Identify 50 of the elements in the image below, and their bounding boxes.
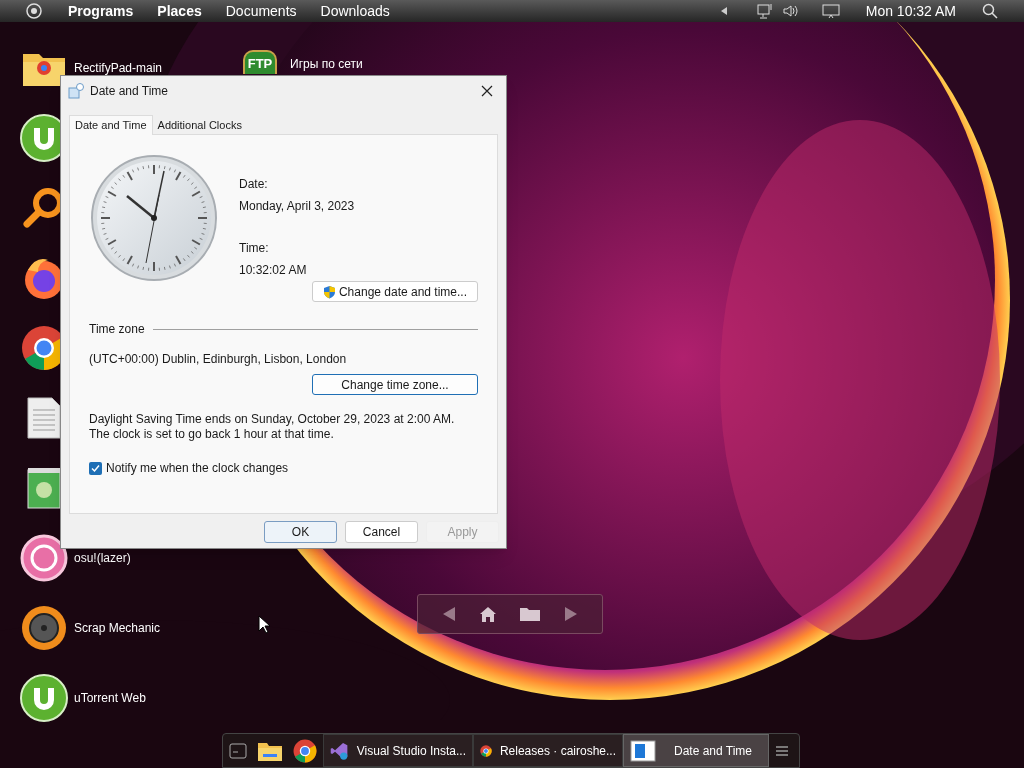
- home-icon[interactable]: [479, 605, 497, 623]
- menu-item[interactable]: Programs: [68, 0, 134, 22]
- calendar-clock-icon: [68, 83, 84, 99]
- checkbox-label: Notify me when the clock changes: [106, 460, 289, 477]
- triangle-icon[interactable]: [719, 6, 728, 16]
- document-icon[interactable]: [26, 396, 62, 440]
- clock-text[interactable]: Mon 10:32 AM: [865, 0, 956, 22]
- chrome-icon[interactable]: [293, 738, 317, 763]
- tab[interactable]: Date and Time: [69, 115, 153, 135]
- change-date-time-button[interactable]: Change date and time...: [312, 281, 478, 302]
- desktop-icon-label[interactable]: uTorrent Web: [74, 689, 146, 707]
- section-heading: Time zone: [89, 321, 145, 338]
- date-value: Monday, April 3, 2023: [239, 198, 356, 215]
- tab[interactable]: Additional Clocks: [152, 117, 247, 134]
- network-icon[interactable]: [755, 2, 774, 20]
- checkbox[interactable]: [89, 461, 102, 475]
- dialog-button[interactable]: Cancel: [345, 521, 418, 543]
- taskbar-window-button[interactable]: Releases · cairoshe...: [473, 734, 623, 767]
- search-icon[interactable]: [982, 3, 998, 19]
- daylight-saving-note: Daylight Saving Time ends on Sunday, October 29, 2023 at 2:00 AM. The clock is set to go back 1 hour at that time.: [89, 412, 456, 442]
- time-value: 10:32:02 AM: [239, 262, 308, 279]
- window-icon: [630, 739, 656, 762]
- cursor-icon: [258, 615, 270, 634]
- checkmark-icon: [91, 463, 100, 473]
- date-label: Date:: [239, 176, 269, 193]
- menu-item[interactable]: Documents: [225, 0, 297, 22]
- monitor-icon[interactable]: [821, 3, 840, 19]
- start-icon[interactable]: [26, 3, 42, 19]
- change-time-zone-button[interactable]: Change time zone...: [312, 374, 478, 395]
- close-icon: [481, 85, 493, 97]
- speaker-icon[interactable]: [781, 3, 800, 19]
- menu-item[interactable]: Downloads: [320, 0, 390, 22]
- time-label: Time:: [239, 240, 270, 257]
- menu-item[interactable]: Places: [157, 0, 202, 22]
- forward-arrow-icon[interactable]: [563, 606, 579, 622]
- folder-icon[interactable]: [519, 606, 541, 622]
- notify-checkbox[interactable]: Notify me when the clock changes: [89, 459, 478, 477]
- taskbar-window-button[interactable]: Date and Time: [623, 734, 769, 767]
- taskbar-window-button[interactable]: Visual Studio Insta...: [323, 734, 473, 767]
- terminal-icon[interactable]: [229, 742, 247, 759]
- desktop-icon-label[interactable]: Scrap Mechanic: [74, 619, 161, 637]
- dialog-button[interactable]: OK: [264, 521, 337, 543]
- desktop-icon-label[interactable]: osu!(lazer): [74, 549, 131, 567]
- back-arrow-icon[interactable]: [441, 606, 457, 622]
- time-zone-value: (UTC+00:00) Dublin, Edinburgh, Lisbon, London: [89, 351, 348, 368]
- desktop-icon-label[interactable]: Игры по сети: [290, 55, 363, 73]
- window-title: Date and Time: [90, 83, 169, 100]
- shield-icon: [322, 284, 336, 299]
- menu-icon[interactable]: [775, 744, 789, 757]
- desktop-icon-label[interactable]: RectifyPad-main: [74, 59, 163, 77]
